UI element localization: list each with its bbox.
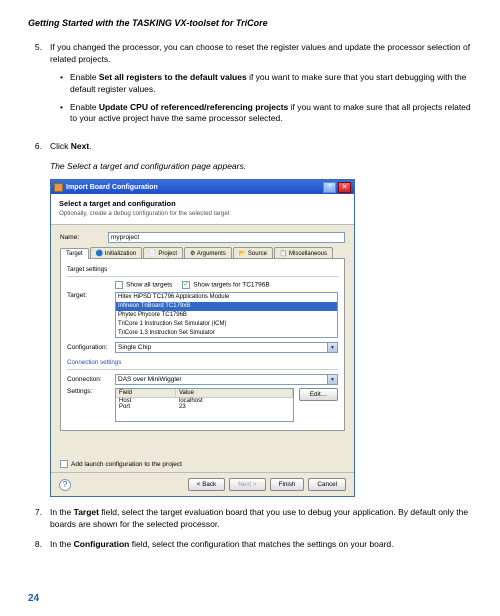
- tab-initialization[interactable]: 🔵 Initialization: [90, 247, 143, 258]
- bullet-prefix: Enable: [70, 72, 99, 82]
- edit-button[interactable]: Edit…: [299, 388, 338, 401]
- list-item[interactable]: Phytec Phycore TC1796B: [116, 311, 337, 320]
- settings-table: FieldValue Hostlocalhost Port23: [115, 388, 294, 422]
- step-7: 7. In the Target field, select the targe…: [28, 507, 472, 531]
- wizard-banner: Select a target and configuration Option…: [51, 194, 354, 225]
- help-button[interactable]: ?: [323, 182, 336, 193]
- connection-combo[interactable]: DAS over MiniWiggler▼: [115, 374, 338, 385]
- step-text: If you changed the processor, you can ch…: [50, 42, 472, 66]
- chevron-down-icon: ▼: [327, 343, 337, 352]
- help-icon[interactable]: ?: [59, 479, 71, 491]
- col-header: Value: [176, 389, 293, 397]
- step-text: Click Next.: [50, 141, 472, 153]
- show-tc-checkbox[interactable]: Show targets for TC1796B: [182, 281, 269, 289]
- step-number: 7.: [28, 507, 50, 531]
- list-item[interactable]: TriCore 1.3 Instruction Set Simulator: [116, 329, 337, 338]
- config-label: Configuration:: [67, 344, 115, 351]
- target-label: Target:: [67, 292, 115, 299]
- tab-arguments[interactable]: ⚙ Arguments: [184, 247, 232, 258]
- tab-strip: Target 🔵 Initialization 📄 Project ⚙ Argu…: [60, 247, 345, 259]
- add-launch-checkbox[interactable]: Add launch configuration to the project: [60, 461, 182, 468]
- show-all-checkbox[interactable]: Show all targets: [115, 281, 172, 289]
- doc-title: Getting Started with the TASKING VX-tool…: [28, 18, 472, 28]
- banner-subtitle: Optionally, create a debug configuration…: [59, 210, 346, 217]
- close-button[interactable]: ✕: [338, 182, 351, 193]
- tab-target[interactable]: Target: [60, 248, 89, 259]
- connection-group-label: Connection settings: [67, 359, 338, 366]
- chevron-down-icon: ▼: [327, 375, 337, 384]
- step-number: 8.: [28, 539, 50, 551]
- wizard-footer: ? < Back Next > Finish Cancel: [51, 472, 354, 496]
- page-number: 24: [28, 593, 39, 604]
- step-number: 6.: [28, 141, 50, 153]
- cancel-button[interactable]: Cancel: [308, 478, 346, 491]
- table-row[interactable]: Port23: [116, 404, 293, 410]
- step-text: In the Target field, select the target e…: [50, 507, 472, 531]
- config-combo[interactable]: Single Chip▼: [115, 342, 338, 353]
- bullet-bold: Update CPU of referenced/referencing pro…: [99, 102, 288, 112]
- bullet-prefix: Enable: [70, 102, 99, 112]
- sub-bullet: • Enable Update CPU of referenced/refere…: [60, 102, 472, 126]
- step-number: 5.: [28, 42, 50, 133]
- tab-project[interactable]: 📄 Project: [143, 247, 183, 258]
- connection-label: Connection:: [67, 376, 115, 383]
- target-group-label: Target settings: [67, 266, 338, 273]
- list-item[interactable]: Infineon TriBoard TC179xB: [116, 302, 337, 311]
- window-title: Import Board Configuration: [66, 184, 321, 191]
- list-item[interactable]: Hitex HiPSD TC1796 Applications Module: [116, 293, 337, 302]
- name-input[interactable]: myproject: [108, 232, 345, 243]
- settings-label: Settings:: [67, 388, 115, 395]
- finish-button[interactable]: Finish: [270, 478, 305, 491]
- tab-source[interactable]: 📂 Source: [233, 247, 273, 258]
- sub-bullet: • Enable Set all registers to the defaul…: [60, 72, 472, 96]
- col-header: Field: [116, 389, 176, 397]
- step-6: 6. Click Next.: [28, 141, 472, 153]
- step-5: 5. If you changed the processor, you can…: [28, 42, 472, 133]
- step-8: 8. In the Configuration field, select th…: [28, 539, 472, 551]
- next-button: Next >: [229, 478, 265, 491]
- tab-misc[interactable]: 📋 Miscellaneous: [274, 247, 333, 258]
- step-text: In the Configuration field, select the c…: [50, 539, 472, 551]
- banner-title: Select a target and configuration: [59, 199, 346, 208]
- titlebar: Import Board Configuration ? ✕: [51, 180, 354, 194]
- step-6-note: The Select a target and configuration pa…: [50, 161, 472, 171]
- dialog-screenshot: Import Board Configuration ? ✕ Select a …: [50, 179, 472, 497]
- target-listbox[interactable]: Hitex HiPSD TC1796 Applications Module I…: [115, 292, 338, 338]
- bullet-bold: Set all registers to the default values: [99, 72, 247, 82]
- back-button[interactable]: < Back: [188, 478, 225, 491]
- list-item[interactable]: TriCore 1 Instruction Set Simulator (ICM…: [116, 320, 337, 329]
- name-label: Name:: [60, 234, 108, 241]
- app-icon: [54, 183, 63, 192]
